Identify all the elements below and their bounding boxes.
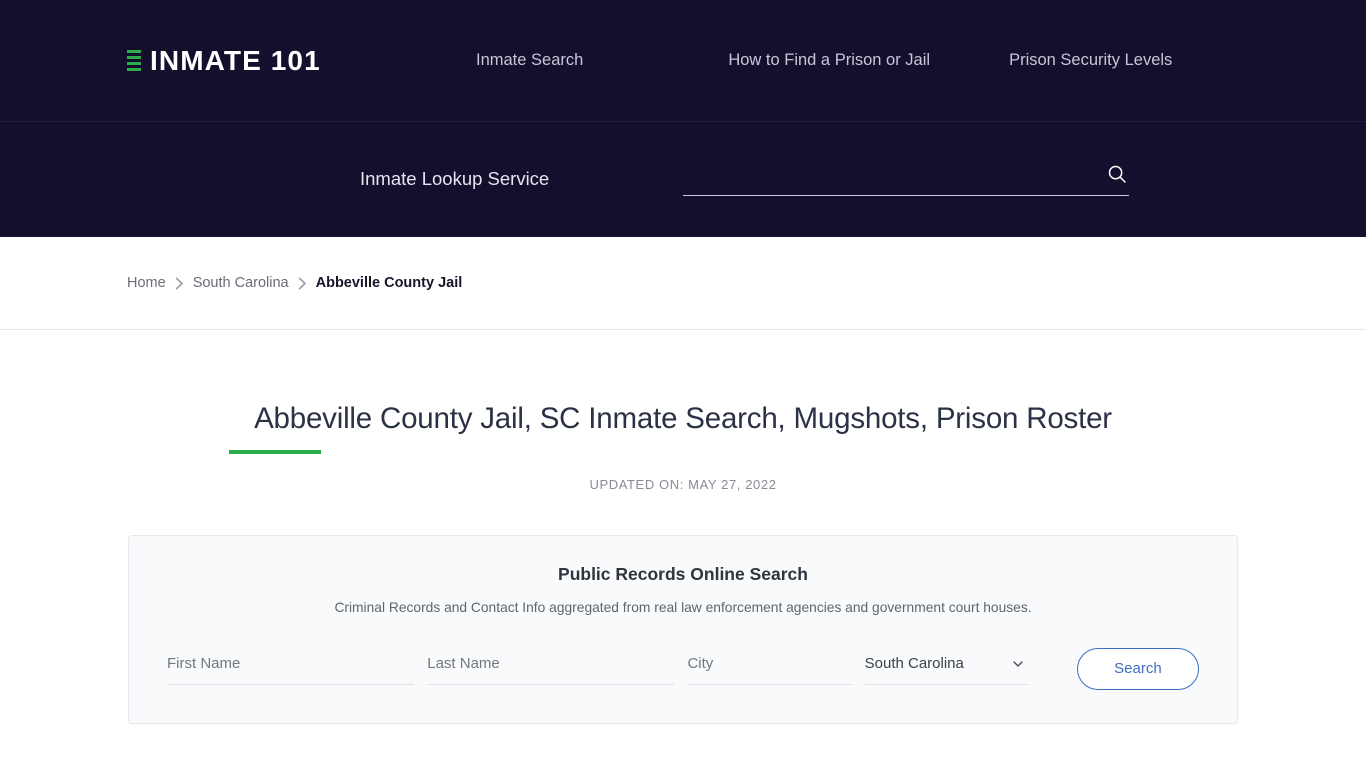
page-main: Abbeville County Jail, SC Inmate Search,… bbox=[0, 330, 1366, 724]
city-input[interactable] bbox=[687, 652, 852, 675]
breadcrumb-item-current: Abbeville County Jail bbox=[315, 274, 463, 291]
brand-logo[interactable]: INMATE 101 bbox=[127, 44, 321, 76]
public-records-subtitle: Criminal Records and Contact Info aggreg… bbox=[334, 600, 1032, 616]
breadcrumb-item-south-carolina[interactable]: South Carolina bbox=[193, 276, 289, 291]
state-select[interactable]: South Carolina bbox=[864, 652, 1029, 675]
title-accent-rule bbox=[229, 449, 321, 454]
inmate-lookup-service-label: Inmate Lookup Service bbox=[360, 167, 550, 189]
public-records-card: Public Records Online Search Criminal Re… bbox=[128, 534, 1238, 724]
last-name-field[interactable] bbox=[427, 652, 675, 685]
title-block: Abbeville County Jail, SC Inmate Search,… bbox=[0, 330, 1366, 454]
site-header: INMATE 101 Inmate Search How to Find a P… bbox=[0, 0, 1366, 237]
chevron-right-icon bbox=[298, 277, 307, 290]
header-top-bar: INMATE 101 Inmate Search How to Find a P… bbox=[0, 0, 1366, 122]
search-submit-button[interactable] bbox=[1105, 162, 1129, 186]
main-navigation: Inmate Search How to Find a Prison or Ja… bbox=[476, 52, 1172, 69]
brand-name: INMATE 101 bbox=[150, 44, 321, 76]
public-records-search-form: South Carolina Search bbox=[167, 647, 1200, 690]
search-button[interactable]: Search bbox=[1076, 647, 1200, 690]
header-search-field[interactable] bbox=[683, 162, 1129, 196]
public-records-title: Public Records Online Search bbox=[558, 563, 808, 584]
last-name-input[interactable] bbox=[427, 652, 675, 675]
page-title: Abbeville County Jail, SC Inmate Search,… bbox=[254, 402, 1112, 435]
breadcrumb: Home South Carolina Abbeville County Jai… bbox=[127, 276, 462, 291]
nav-item-how-to-find-a-prison-or-jail[interactable]: How to Find a Prison or Jail bbox=[728, 52, 930, 69]
header-search-bar: Inmate Lookup Service bbox=[0, 122, 1366, 236]
nav-item-prison-security-levels[interactable]: Prison Security Levels bbox=[1009, 52, 1172, 69]
chevron-right-icon bbox=[175, 277, 184, 290]
first-name-input[interactable] bbox=[167, 652, 415, 675]
logo-bars-icon bbox=[127, 50, 141, 71]
first-name-field[interactable] bbox=[167, 652, 415, 685]
city-field[interactable] bbox=[687, 652, 852, 685]
breadcrumb-band: Home South Carolina Abbeville County Jai… bbox=[0, 237, 1366, 330]
nav-item-inmate-search[interactable]: Inmate Search bbox=[476, 52, 583, 69]
breadcrumb-item-home[interactable]: Home bbox=[127, 276, 166, 291]
search-input[interactable] bbox=[683, 163, 1097, 185]
state-field[interactable]: South Carolina bbox=[864, 652, 1029, 685]
updated-on-text: UPDATED ON: MAY 27, 2022 bbox=[589, 476, 777, 492]
search-icon bbox=[1107, 164, 1127, 184]
